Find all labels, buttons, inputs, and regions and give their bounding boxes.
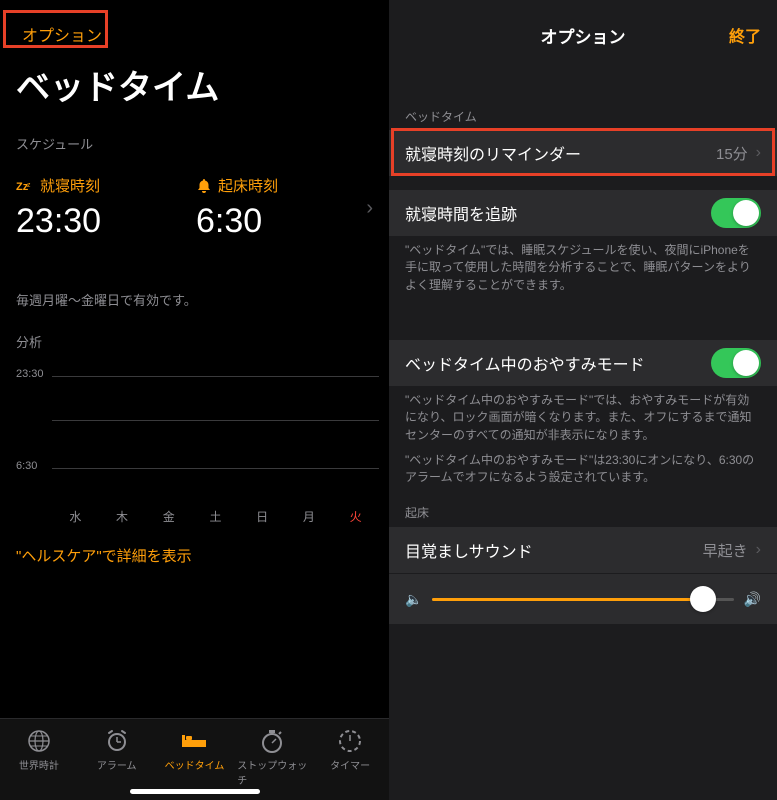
schedule-section-label: スケジュール bbox=[16, 134, 93, 153]
dnd-cell: ベッドタイム中のおやすみモード bbox=[389, 340, 777, 386]
track-sleep-switch[interactable] bbox=[711, 198, 761, 228]
globe-icon bbox=[26, 727, 52, 755]
dnd-label: ベッドタイム中のおやすみモード bbox=[405, 351, 645, 375]
nav-bar: オプション 終了 bbox=[389, 0, 777, 70]
bedtime-column: Zzz 就寝時刻 23:30 bbox=[16, 175, 196, 241]
bell-icon bbox=[196, 178, 212, 194]
page-title: ベッドタイム bbox=[16, 60, 219, 109]
wake-value: 6:30 bbox=[196, 202, 278, 241]
bed-icon bbox=[179, 727, 209, 755]
bedtime-value: 23:30 bbox=[16, 202, 196, 241]
analysis-section-label: 分析 bbox=[16, 332, 42, 351]
day-sat: 土 bbox=[209, 508, 221, 525]
track-sleep-footer: "ベッドタイム"では、睡眠スケジュールを使い、夜間にiPhoneを手に取って使用… bbox=[405, 242, 761, 294]
volume-cell: 🔈 🔊 bbox=[389, 574, 777, 624]
chart-days-row: 水 木 金 土 日 月 火 bbox=[52, 508, 379, 525]
volume-low-icon: 🔈 bbox=[405, 591, 422, 608]
tab-label: ストップウォッチ bbox=[237, 757, 307, 787]
day-thu: 木 bbox=[116, 508, 128, 525]
group-header-wake: 起床 bbox=[389, 504, 429, 521]
group-header-bedtime: ベッドタイム bbox=[389, 108, 477, 125]
day-tue: 火 bbox=[350, 508, 362, 525]
alarm-clock-icon bbox=[104, 727, 130, 755]
healthcare-link[interactable]: "ヘルスケア"で詳細を表示 bbox=[16, 545, 192, 566]
done-button[interactable]: 終了 bbox=[729, 23, 761, 47]
highlight-box-reminder bbox=[391, 128, 775, 176]
volume-slider[interactable] bbox=[432, 598, 733, 601]
tab-label: タイマー bbox=[330, 757, 370, 772]
day-mon: 月 bbox=[303, 508, 315, 525]
bedtime-options-screen: オプション 終了 ベッドタイム 就寝時刻のリマインダー 15分 › 就寝時間を追… bbox=[389, 0, 777, 800]
zzz-icon: Zzz bbox=[16, 179, 34, 193]
bedtime-label: 就寝時刻 bbox=[40, 175, 100, 196]
dnd-footer-2: "ベッドタイム中のおやすみモード"は23:30にオンになり、6:30のアラームで… bbox=[405, 452, 761, 487]
chart-y-top: 23:30 bbox=[16, 368, 44, 380]
analysis-chart: 23:30 6:30 水 木 金 土 日 月 火 bbox=[16, 360, 379, 525]
day-sun: 日 bbox=[256, 508, 268, 525]
track-sleep-cell: 就寝時間を追跡 bbox=[389, 190, 777, 236]
svg-text:z: z bbox=[27, 182, 31, 189]
nav-title: オプション bbox=[541, 23, 626, 48]
tab-world-clock[interactable]: 世界時計 bbox=[4, 727, 74, 800]
track-sleep-label: 就寝時間を追跡 bbox=[405, 201, 517, 225]
schedule-note: 毎週月曜〜金曜日で有効です。 bbox=[16, 290, 197, 309]
chevron-right-icon: › bbox=[366, 197, 373, 220]
schedule-row[interactable]: Zzz 就寝時刻 23:30 起床時刻 6:30 › bbox=[16, 175, 373, 241]
tab-label: 世界時計 bbox=[19, 757, 59, 772]
day-wed: 水 bbox=[69, 508, 81, 525]
tab-label: アラーム bbox=[97, 757, 137, 772]
stopwatch-icon bbox=[259, 727, 285, 755]
wake-label: 起床時刻 bbox=[218, 175, 278, 196]
chart-y-bottom: 6:30 bbox=[16, 460, 37, 472]
tab-timer[interactable]: タイマー bbox=[315, 727, 385, 800]
home-indicator[interactable] bbox=[130, 789, 260, 794]
tab-bar: 世界時計 アラーム ベッドタイム ストップウォッチ タイマー bbox=[0, 718, 389, 800]
volume-high-icon: 🔊 bbox=[744, 591, 761, 608]
wake-sound-cell[interactable]: 目覚ましサウンド 早起き › bbox=[389, 527, 777, 573]
options-link[interactable]: オプション bbox=[14, 18, 110, 50]
wake-sound-value: 早起き bbox=[703, 540, 748, 561]
tab-label: ベッドタイム bbox=[165, 757, 225, 772]
bedtime-main-screen: オプション ベッドタイム スケジュール Zzz 就寝時刻 23:30 起床時刻 … bbox=[0, 0, 389, 800]
wake-column: 起床時刻 6:30 bbox=[196, 175, 278, 241]
wake-sound-label: 目覚ましサウンド bbox=[405, 538, 533, 562]
chevron-right-icon: › bbox=[756, 541, 761, 559]
dnd-footer-1: "ベッドタイム中のおやすみモード"では、おやすみモードが有効になり、ロック画面が… bbox=[405, 392, 761, 444]
timer-icon bbox=[337, 727, 363, 755]
day-fri: 金 bbox=[163, 508, 175, 525]
dnd-switch[interactable] bbox=[711, 348, 761, 378]
